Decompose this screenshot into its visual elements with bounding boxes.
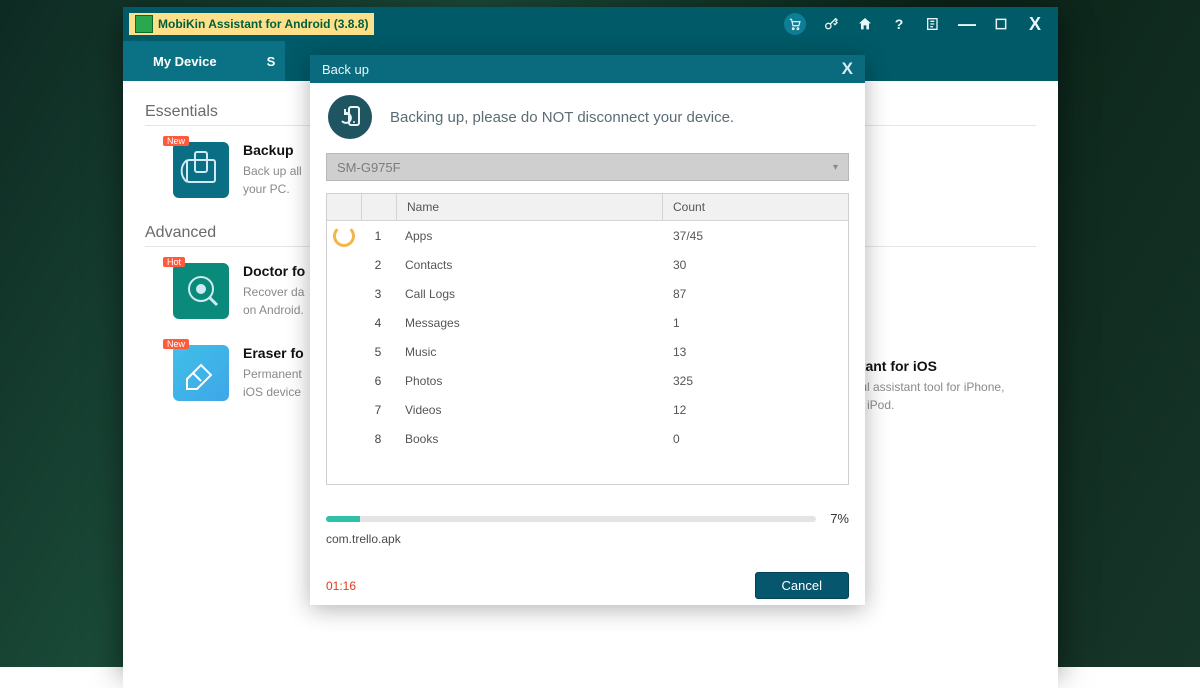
grid-row: 8Books0 <box>327 424 848 453</box>
card-desc: rful assistant tool for iPhone, or iPod. <box>853 378 1004 414</box>
row-name: Music <box>395 337 663 366</box>
grid-row: 3Call Logs87 <box>327 279 848 308</box>
row-name: Contacts <box>395 250 663 279</box>
row-count: 30 <box>663 250 848 279</box>
device-selector[interactable]: SM-G975F ▾ <box>326 153 849 181</box>
cancel-button[interactable]: Cancel <box>755 572 849 599</box>
row-count: 13 <box>663 337 848 366</box>
card-ios[interactable]: stant for iOS rful assistant tool for iP… <box>853 358 1004 414</box>
progress-percent: 7% <box>830 511 849 526</box>
feedback-icon[interactable] <box>924 15 942 33</box>
app-title: MobiKin Assistant for Android (3.8.8) <box>158 17 368 31</box>
badge-hot: Hot <box>163 257 185 267</box>
badge-new: New <box>163 136 189 146</box>
elapsed-time: 01:16 <box>326 579 356 593</box>
card-title: Eraser fo <box>243 345 304 361</box>
row-count: 12 <box>663 395 848 424</box>
key-icon[interactable] <box>822 15 840 33</box>
title-bar: MobiKin Assistant for Android (3.8.8) ? … <box>123 7 1058 41</box>
row-name: Messages <box>395 308 663 337</box>
device-name: SM-G975F <box>337 160 401 175</box>
row-count: 37/45 <box>663 221 848 250</box>
row-index: 7 <box>361 395 395 424</box>
row-count: 1 <box>663 308 848 337</box>
cart-icon[interactable] <box>784 13 806 35</box>
current-file: com.trello.apk <box>326 532 849 546</box>
card-title: Backup <box>243 142 302 158</box>
eraser-icon: New <box>173 345 229 401</box>
tab-my-device[interactable]: My Device <box>123 41 247 81</box>
home-icon[interactable] <box>856 15 874 33</box>
spinner-icon <box>333 225 355 247</box>
row-count: 0 <box>663 424 848 453</box>
grid-row: 7Videos12 <box>327 395 848 424</box>
progress-bar: 7% <box>326 511 849 526</box>
row-name: Videos <box>395 395 663 424</box>
dialog-footer: 01:16 Cancel <box>326 572 849 599</box>
backup-icon: New <box>173 142 229 198</box>
grid-header: Name Count <box>327 194 848 221</box>
help-icon[interactable]: ? <box>890 15 908 33</box>
close-icon[interactable]: X <box>1026 15 1044 33</box>
dialog-header: Backing up, please do NOT disconnect you… <box>310 83 865 153</box>
dialog-titlebar: Back up X <box>310 55 865 83</box>
doctor-icon: Hot <box>173 263 229 319</box>
row-index: 5 <box>361 337 395 366</box>
dialog-title: Back up <box>322 62 369 77</box>
dialog-close-icon[interactable]: X <box>842 59 853 79</box>
tab-super-toolkit[interactable]: S <box>247 41 286 81</box>
grid-row: 2Contacts30 <box>327 250 848 279</box>
col-count: Count <box>663 194 848 220</box>
card-title: Doctor fo <box>243 263 305 279</box>
grid-row: 5Music13 <box>327 337 848 366</box>
row-name: Books <box>395 424 663 453</box>
row-index: 6 <box>361 366 395 395</box>
card-desc: Permanent iOS device <box>243 365 304 401</box>
row-index: 2 <box>361 250 395 279</box>
dialog-message: Backing up, please do NOT disconnect you… <box>390 109 734 126</box>
row-index: 1 <box>361 221 395 250</box>
row-count: 87 <box>663 279 848 308</box>
maximize-icon[interactable] <box>992 15 1010 33</box>
row-index: 8 <box>361 424 395 453</box>
row-index: 4 <box>361 308 395 337</box>
row-name: Photos <box>395 366 663 395</box>
grid-row: 4Messages1 <box>327 308 848 337</box>
card-desc: Recover da on Android. <box>243 283 305 319</box>
backup-grid: Name Count 1Apps37/452Contacts303Call Lo… <box>326 193 849 485</box>
grid-row: 6Photos325 <box>327 366 848 395</box>
titlebar-actions: ? — X <box>784 13 1058 35</box>
badge-new: New <box>163 339 189 349</box>
card-desc: Back up all your PC. <box>243 162 302 198</box>
card-title: stant for iOS <box>853 358 1004 374</box>
row-name: Call Logs <box>395 279 663 308</box>
chevron-down-icon: ▾ <box>833 162 838 173</box>
backup-badge-icon <box>328 95 372 139</box>
app-title-badge: MobiKin Assistant for Android (3.8.8) <box>129 13 374 35</box>
col-name: Name <box>397 194 663 220</box>
minimize-icon[interactable]: — <box>958 15 976 33</box>
row-name: Apps <box>395 221 663 250</box>
row-count: 325 <box>663 366 848 395</box>
backup-dialog: Back up X Backing up, please do NOT disc… <box>310 55 865 605</box>
app-logo-icon <box>135 15 153 33</box>
grid-row: 1Apps37/45 <box>327 221 848 250</box>
row-index: 3 <box>361 279 395 308</box>
